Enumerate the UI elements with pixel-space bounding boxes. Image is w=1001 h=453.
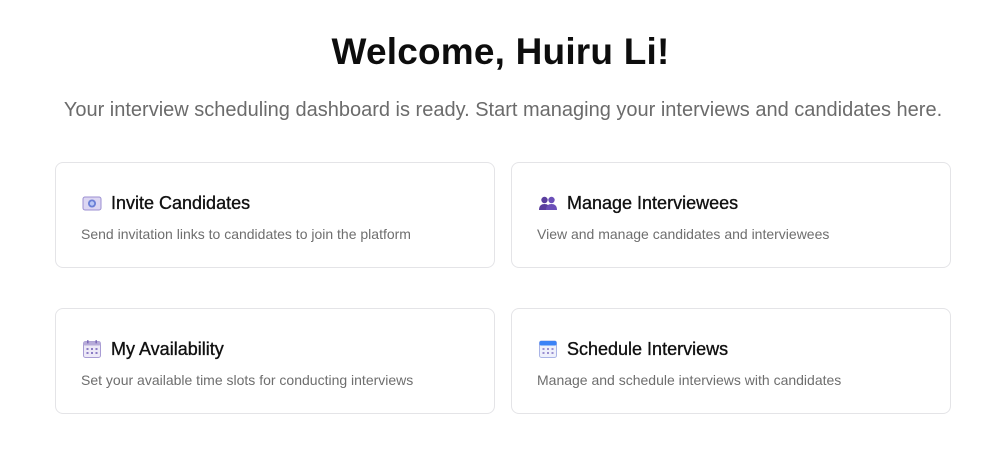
manage-interviewees-card[interactable]: Manage Interviewees View and manage cand…: [511, 162, 951, 268]
card-title: Manage Interviewees: [567, 193, 739, 213]
page-subtitle: Your interview scheduling dashboard is r…: [63, 99, 943, 121]
card-description: Manage and schedule interviews with cand…: [537, 372, 842, 388]
schedule-interviews-card[interactable]: Schedule Interviews Manage and schedule …: [511, 308, 951, 414]
invitation-icon: [82, 193, 102, 213]
card-header: Invite Candidates: [82, 191, 250, 215]
card-header: Manage Interviewees: [538, 191, 738, 215]
card-header: My Availability: [82, 337, 224, 361]
card-title: My Availability: [111, 339, 224, 359]
card-header: Schedule Interviews: [538, 337, 728, 361]
my-availability-card[interactable]: My Availability Set your available time …: [55, 308, 495, 414]
calendar-icon: [82, 339, 102, 359]
page-title: Welcome, Huiru Li!: [331, 31, 670, 72]
card-title: Schedule Interviews: [567, 339, 729, 359]
dashboard-page: Welcome, Huiru Li! Your interview schedu…: [0, 0, 1001, 453]
card-description: Set your available time slots for conduc…: [81, 372, 414, 388]
invite-candidates-card[interactable]: Invite Candidates Send invitation links …: [55, 162, 495, 268]
card-description: Send invitation links to candidates to j…: [81, 226, 411, 242]
card-description: View and manage candidates and interview…: [537, 226, 830, 242]
card-title: Invite Candidates: [111, 193, 251, 213]
schedule-calendar-icon: [538, 339, 558, 359]
people-icon: [538, 193, 558, 213]
